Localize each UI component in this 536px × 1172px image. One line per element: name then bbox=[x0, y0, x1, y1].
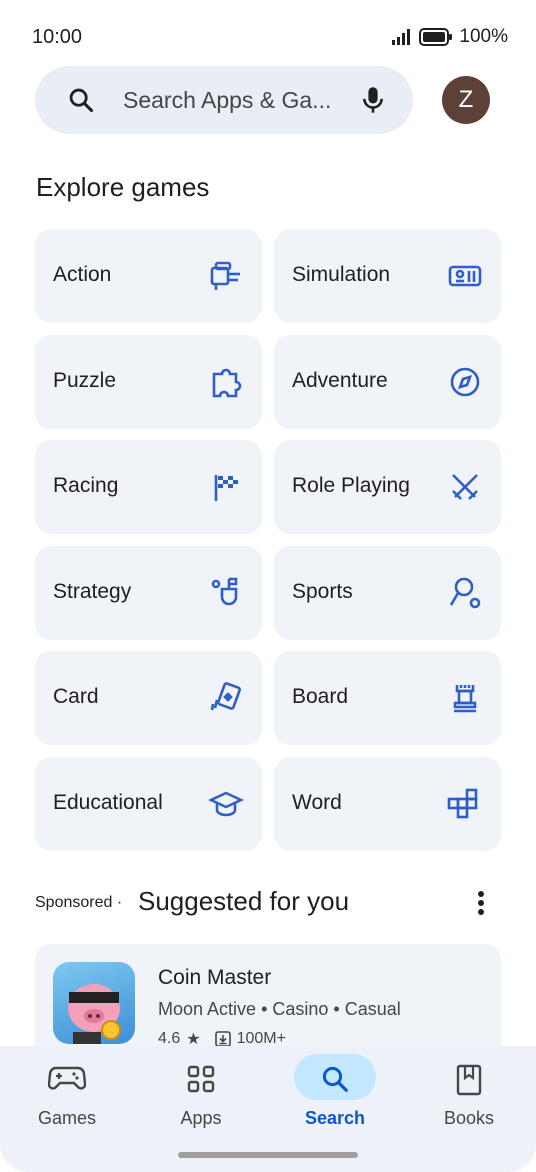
category-label: Educational bbox=[53, 791, 163, 814]
category-strategy[interactable]: Strategy bbox=[35, 546, 262, 640]
suggested-header: Sponsored · Suggested for you bbox=[35, 884, 501, 924]
category-label: Board bbox=[292, 685, 349, 708]
gamepad-icon bbox=[48, 1066, 86, 1090]
cards-icon bbox=[210, 682, 242, 711]
simulation-icon bbox=[448, 265, 482, 287]
suggested-title: Suggested for you bbox=[138, 886, 350, 916]
category-action[interactable]: Action bbox=[35, 229, 262, 323]
microphone-icon[interactable] bbox=[359, 85, 387, 115]
status-time: 10:00 bbox=[32, 26, 83, 48]
download-icon bbox=[214, 1031, 231, 1047]
book-icon bbox=[456, 1064, 482, 1096]
category-racing[interactable]: Racing bbox=[35, 440, 262, 534]
more-options-icon[interactable] bbox=[477, 890, 485, 916]
category-label: Simulation bbox=[292, 263, 391, 286]
category-label: Word bbox=[292, 791, 342, 814]
word-blocks-icon bbox=[447, 788, 478, 819]
sponsored-label: Sponsored · bbox=[35, 894, 123, 911]
nav-label: Books bbox=[443, 1108, 495, 1128]
nav-books[interactable]: Books bbox=[402, 1046, 536, 1156]
category-sports[interactable]: Sports bbox=[274, 546, 501, 640]
category-label: Racing bbox=[53, 474, 119, 497]
category-adventure[interactable]: Adventure bbox=[274, 335, 501, 429]
signal-icon bbox=[392, 29, 411, 45]
app-name: Coin Master bbox=[158, 966, 272, 989]
search-bar[interactable]: Search Apps & Ga... bbox=[35, 66, 413, 134]
category-label: Sports bbox=[292, 580, 353, 603]
search-icon bbox=[69, 88, 94, 113]
category-educational[interactable]: Educational bbox=[35, 757, 262, 851]
category-label: Adventure bbox=[292, 369, 388, 392]
nav-label: Search bbox=[304, 1108, 366, 1128]
category-board[interactable]: Board bbox=[274, 651, 501, 745]
crossed-swords-icon bbox=[452, 474, 478, 500]
nav-search[interactable]: Search bbox=[268, 1046, 402, 1156]
nav-label: Apps bbox=[180, 1108, 222, 1128]
graduation-cap-icon bbox=[208, 791, 244, 817]
category-label: Role Playing bbox=[292, 474, 410, 497]
category-card[interactable]: Card bbox=[35, 651, 262, 745]
category-puzzle[interactable]: Puzzle bbox=[35, 335, 262, 429]
battery-level: 100% bbox=[459, 26, 508, 47]
pig-mascot-icon bbox=[68, 984, 121, 1044]
chess-rook-icon bbox=[453, 685, 477, 713]
status-icons: 100% bbox=[391, 26, 508, 48]
page-title: Explore games bbox=[36, 172, 210, 202]
category-word[interactable]: Word bbox=[274, 757, 501, 851]
search-icon bbox=[322, 1066, 348, 1092]
search-placeholder[interactable]: Search Apps & Ga... bbox=[123, 87, 331, 114]
checkered-flag-icon bbox=[214, 475, 238, 501]
apps-grid-icon bbox=[187, 1065, 215, 1093]
app-icon[interactable] bbox=[53, 962, 135, 1044]
app-meta: Moon Active • Casino • Casual bbox=[158, 999, 401, 1019]
category-simulation[interactable]: Simulation bbox=[274, 229, 501, 323]
avatar[interactable]: Z bbox=[442, 76, 490, 124]
status-bar: 10:00 100% bbox=[0, 0, 536, 72]
action-icon bbox=[210, 261, 240, 290]
category-label: Action bbox=[53, 263, 112, 286]
category-label: Puzzle bbox=[53, 369, 117, 392]
nav-label: Games bbox=[37, 1108, 97, 1128]
category-label: Card bbox=[53, 685, 99, 708]
battery-icon bbox=[419, 28, 453, 46]
nav-games[interactable]: Games bbox=[0, 1046, 134, 1156]
category-role-playing[interactable]: Role Playing bbox=[274, 440, 501, 534]
category-label: Strategy bbox=[53, 580, 132, 603]
strategy-icon bbox=[211, 577, 238, 606]
puzzle-icon bbox=[212, 368, 242, 398]
gesture-handle[interactable] bbox=[178, 1152, 358, 1158]
compass-icon bbox=[450, 367, 480, 397]
sports-icon bbox=[449, 577, 481, 609]
nav-apps[interactable]: Apps bbox=[134, 1046, 268, 1156]
